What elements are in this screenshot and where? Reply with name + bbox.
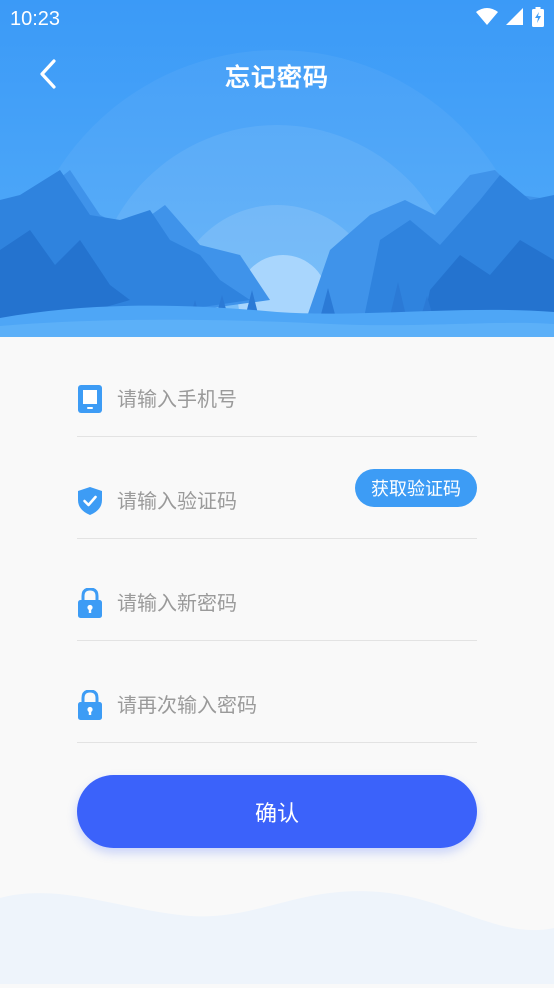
- verification-code-input[interactable]: [117, 489, 377, 513]
- status-bar: 10:23: [0, 0, 554, 38]
- back-button[interactable]: [28, 56, 68, 96]
- lock-icon: [77, 588, 103, 618]
- bottom-wave-decoration: [0, 880, 554, 984]
- signal-icon: [506, 8, 524, 30]
- navigation-bar: 忘记密码: [0, 48, 554, 104]
- confirm-password-field: [77, 668, 477, 743]
- phone-field: [77, 362, 477, 437]
- battery-icon: [532, 7, 544, 31]
- phone-icon: [77, 384, 103, 414]
- status-icons: [476, 7, 544, 31]
- shield-check-icon: [77, 486, 103, 516]
- page-title: 忘记密码: [224, 63, 329, 92]
- new-password-field: [77, 566, 477, 641]
- verification-code-field: 获取验证码: [77, 464, 477, 539]
- confirm-button[interactable]: 确认: [77, 775, 477, 848]
- chevron-left-icon: [38, 58, 58, 94]
- new-password-input[interactable]: [117, 591, 377, 615]
- get-code-button[interactable]: 获取验证码: [355, 469, 477, 507]
- lock-icon: [77, 690, 103, 720]
- reset-password-form: 获取验证码: [77, 362, 477, 770]
- phone-input[interactable]: [117, 387, 377, 411]
- confirm-password-input[interactable]: [117, 693, 377, 717]
- wifi-icon: [476, 8, 498, 30]
- status-time: 10:23: [10, 7, 61, 30]
